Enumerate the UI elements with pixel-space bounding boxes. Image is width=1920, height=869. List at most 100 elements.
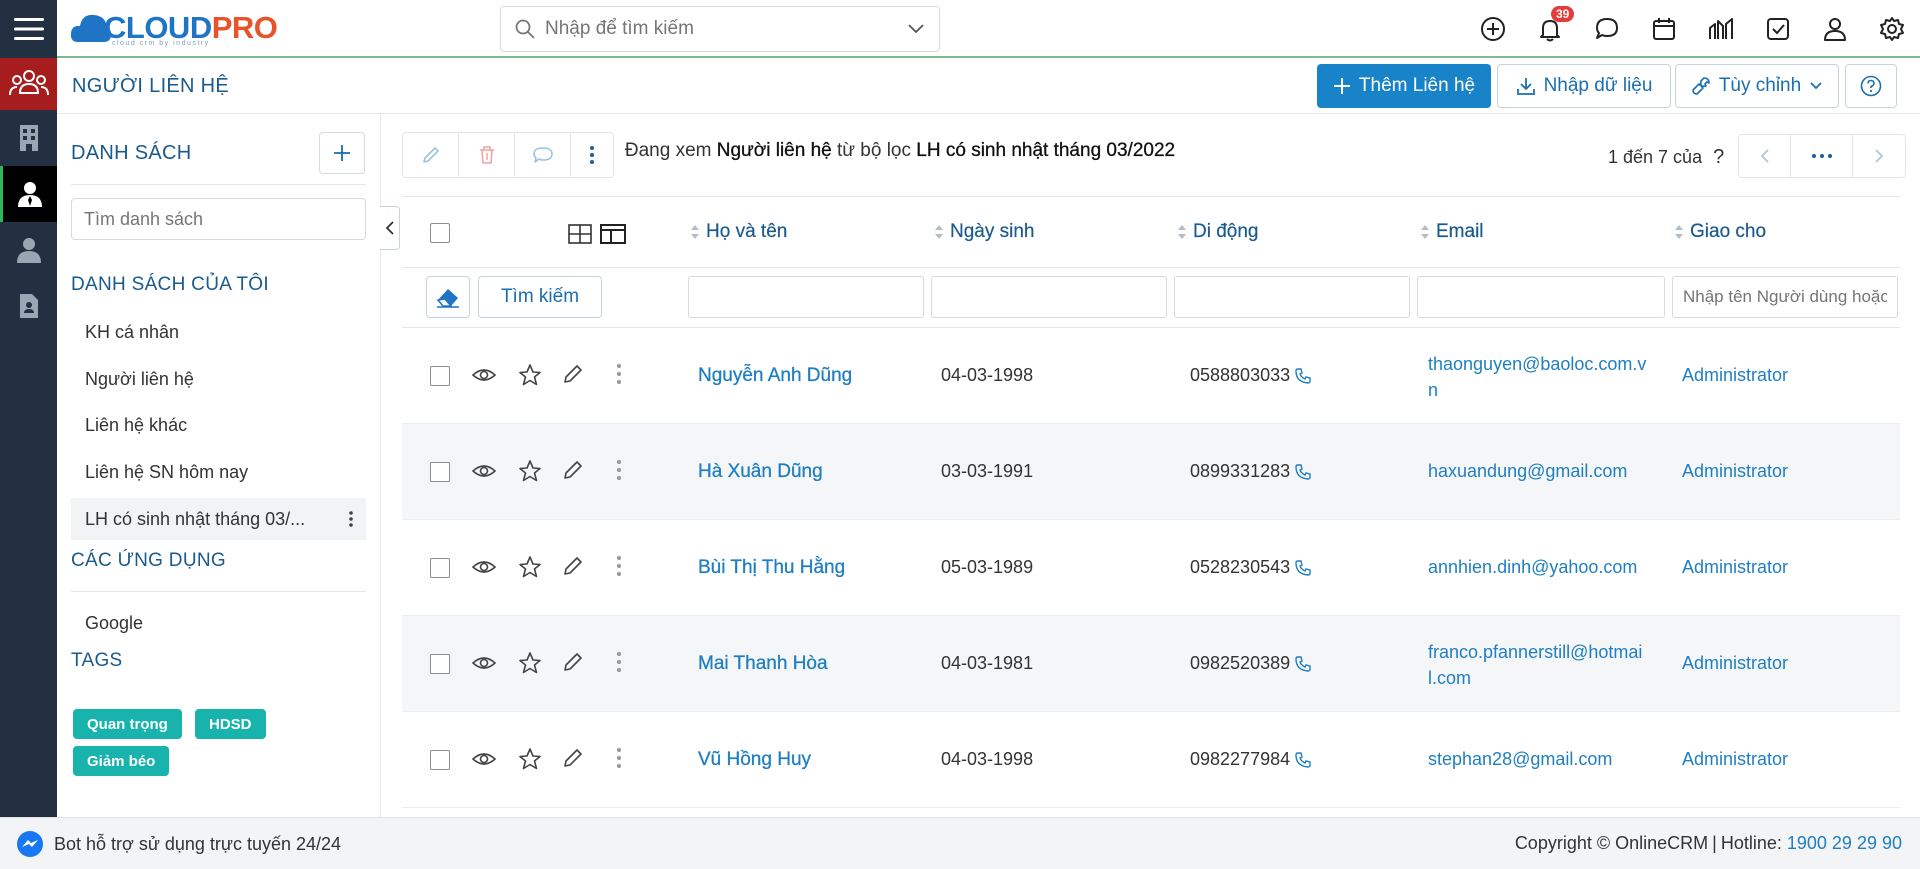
help-button[interactable]	[1845, 64, 1897, 108]
eye-icon[interactable]	[472, 555, 496, 579]
paging-total-unknown[interactable]: ?	[1713, 146, 1724, 168]
pencil-icon[interactable]	[562, 651, 584, 673]
menu-icon[interactable]	[0, 0, 57, 58]
phone-icon[interactable]	[1294, 463, 1312, 481]
table-row[interactable]: Nguyễn Anh Dũng 04-03-1998 0588803033 th…	[402, 328, 1900, 424]
contact-name[interactable]: Nguyễn Anh Dũng	[698, 365, 853, 387]
column-header-mobile[interactable]: Di động	[1177, 221, 1259, 243]
list-item[interactable]: Người liên hệ	[71, 358, 366, 400]
kebab-menu-icon[interactable]	[616, 651, 622, 673]
list-search-input[interactable]	[71, 198, 366, 240]
row-checkbox[interactable]	[430, 750, 450, 770]
app-item-google[interactable]: Google	[71, 602, 366, 644]
grid-view-icon[interactable]	[568, 224, 592, 244]
contact-email[interactable]: annhien.dinh@yahoo.com	[1428, 557, 1664, 578]
kebab-menu-icon[interactable]	[616, 555, 622, 577]
collapse-panel-button[interactable]	[380, 206, 400, 250]
customize-button[interactable]: Tùy chỉnh	[1675, 64, 1839, 108]
table-row[interactable]: Hà Xuân Dũng 03-03-1991 0899331283 haxua…	[402, 424, 1900, 520]
rail-building-icon[interactable]	[0, 110, 57, 166]
list-item[interactable]: Liên hệ SN hôm nay	[71, 451, 366, 493]
comment-button[interactable]	[515, 133, 571, 177]
column-header-assignee[interactable]: Giao cho	[1674, 221, 1766, 243]
star-icon[interactable]	[518, 651, 542, 675]
add-circle-icon[interactable]	[1464, 0, 1521, 58]
eye-icon[interactable]	[472, 651, 496, 675]
import-data-button[interactable]: Nhập dữ liệu	[1497, 64, 1671, 108]
rail-contacts-group-icon[interactable]	[0, 58, 57, 110]
notification-bell-icon[interactable]: 39	[1521, 0, 1578, 58]
pencil-icon[interactable]	[562, 747, 584, 769]
eye-icon[interactable]	[472, 459, 496, 483]
hotline-number[interactable]: 1900 29 29 90	[1787, 833, 1902, 853]
phone-icon[interactable]	[1294, 655, 1312, 673]
table-row[interactable]: Bùi Thị Thu Hằng 05-03-1989 0528230543 a…	[402, 520, 1900, 616]
row-checkbox[interactable]	[430, 366, 450, 386]
support-bot[interactable]: Bot hỗ trợ sử dụng trực tuyến 24/24	[16, 830, 341, 858]
columns-layout-icon[interactable]	[600, 224, 626, 244]
contact-assignee[interactable]: Administrator	[1682, 365, 1788, 386]
clear-filter-button[interactable]	[426, 276, 470, 318]
prev-page-button[interactable]	[1739, 135, 1791, 177]
contact-email[interactable]: stephan28@gmail.com	[1428, 749, 1664, 770]
tag-giam-beo[interactable]: Giảm béo	[73, 746, 170, 776]
list-item-active[interactable]: LH có sinh nhật tháng 03/...	[71, 498, 366, 540]
calendar-icon[interactable]	[1635, 0, 1692, 58]
page-menu-button[interactable]	[1791, 135, 1853, 177]
task-check-icon[interactable]	[1749, 0, 1806, 58]
star-icon[interactable]	[518, 747, 542, 771]
column-header-dob[interactable]: Ngày sinh	[934, 221, 1035, 243]
global-search[interactable]	[500, 6, 940, 52]
add-contact-button[interactable]: Thêm Liên hệ	[1317, 64, 1491, 108]
next-page-button[interactable]	[1853, 135, 1905, 177]
kebab-menu-icon[interactable]	[616, 363, 622, 385]
user-profile-icon[interactable]	[1806, 0, 1863, 58]
table-row[interactable]: Mai Thanh Hòa 04-03-1981 0982520389 fran…	[402, 616, 1900, 712]
edit-button[interactable]	[403, 133, 459, 177]
contact-email[interactable]: franco.pfannerstill@hotmai l.com	[1428, 639, 1664, 691]
row-checkbox[interactable]	[430, 462, 450, 482]
table-row[interactable]: Vũ Hồng Huy 04-03-1998 0982277984 stepha…	[402, 712, 1900, 808]
filter-email-input[interactable]	[1417, 276, 1665, 318]
logo[interactable]: CLOUDPRO cloud crm by industry	[68, 4, 278, 52]
delete-button[interactable]	[459, 133, 515, 177]
chevron-down-icon[interactable]	[907, 23, 925, 35]
kebab-menu-icon[interactable]	[348, 510, 354, 528]
contact-name[interactable]: Vũ Hồng Huy	[698, 749, 811, 771]
phone-icon[interactable]	[1294, 559, 1312, 577]
filter-assignee-input[interactable]	[1672, 276, 1898, 318]
pencil-icon[interactable]	[562, 555, 584, 577]
list-item[interactable]: KH cá nhân	[71, 311, 366, 353]
row-checkbox[interactable]	[430, 558, 450, 578]
phone-icon[interactable]	[1294, 751, 1312, 769]
star-icon[interactable]	[518, 459, 542, 483]
pencil-icon[interactable]	[562, 459, 584, 481]
column-header-email[interactable]: Email	[1420, 221, 1484, 243]
eye-icon[interactable]	[472, 363, 496, 387]
filter-mobile-input[interactable]	[1174, 276, 1410, 318]
contact-assignee[interactable]: Administrator	[1682, 653, 1788, 674]
kebab-menu-icon[interactable]	[616, 459, 622, 481]
star-icon[interactable]	[518, 555, 542, 579]
filter-name-input[interactable]	[688, 276, 924, 318]
contact-email[interactable]: haxuandung@gmail.com	[1428, 461, 1664, 482]
rail-document-icon[interactable]	[0, 278, 57, 334]
rail-contact-person-icon[interactable]	[0, 166, 57, 222]
search-filter-button[interactable]: Tìm kiếm	[478, 276, 602, 318]
chat-icon[interactable]	[1578, 0, 1635, 58]
pencil-icon[interactable]	[562, 363, 584, 385]
star-icon[interactable]	[518, 363, 542, 387]
rail-user-icon[interactable]	[0, 222, 57, 278]
contact-assignee[interactable]: Administrator	[1682, 461, 1788, 482]
contact-email[interactable]: thaonguyen@baoloc.com.v n	[1428, 351, 1664, 403]
global-search-input[interactable]	[545, 18, 907, 40]
column-header-name[interactable]: Họ và tên	[690, 221, 787, 243]
row-checkbox[interactable]	[430, 654, 450, 674]
contact-name[interactable]: Bùi Thị Thu Hằng	[698, 557, 845, 579]
phone-icon[interactable]	[1294, 367, 1312, 385]
filter-dob-input[interactable]	[931, 276, 1167, 318]
list-item[interactable]: Liên hệ khác	[71, 404, 366, 446]
contact-assignee[interactable]: Administrator	[1682, 557, 1788, 578]
select-all-checkbox[interactable]	[430, 223, 450, 243]
contact-assignee[interactable]: Administrator	[1682, 749, 1788, 770]
